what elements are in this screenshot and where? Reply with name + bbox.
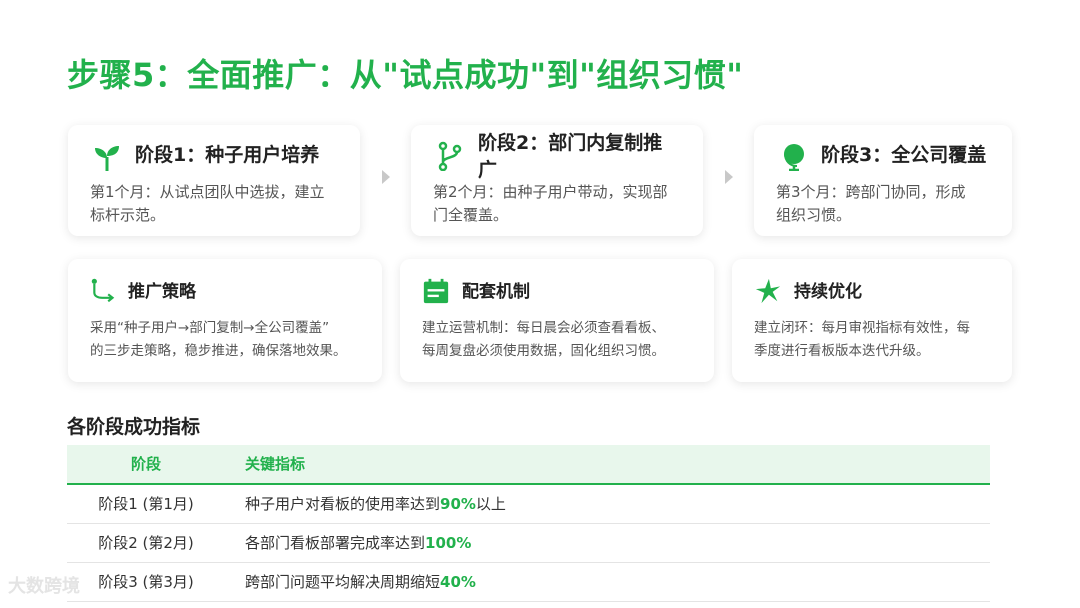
- metric-cell: 各部门看板部署完成率达到100%: [245, 524, 471, 562]
- metric-value: 90%: [440, 495, 476, 513]
- chevron-right-icon: [382, 170, 390, 184]
- phase-card-2: 阶段2：部门内复制推 广 第2个月：由种子用户带动，实现部 门全覆盖。: [411, 125, 703, 236]
- watermark: 大数跨境: [8, 576, 80, 597]
- phase-title: 阶段1：种子用户培养: [135, 144, 320, 166]
- column-header-stage: 阶段: [130, 455, 161, 473]
- page-title: 步骤5：全面推广：从"试点成功"到"组织习惯": [67, 56, 744, 94]
- feature-title: 配套机制: [462, 282, 530, 302]
- stage-cell: 阶段3 (第3月): [98, 573, 194, 591]
- feature-desc-line1: 建立闭环：每月审视指标有效性，每: [754, 320, 970, 336]
- metrics-table: 阶段 关键指标 阶段1 (第1月) 种子用户对看板的使用率达到90%以上 阶段2…: [67, 445, 990, 602]
- section-title: 各阶段成功指标: [67, 416, 201, 438]
- phase-desc-line1: 第1个月：从试点团队中选拔，建立: [90, 183, 325, 201]
- table-row: 阶段1 (第1月) 种子用户对看板的使用率达到90%以上: [67, 485, 990, 524]
- phase-card-1: 阶段1：种子用户培养 第1个月：从试点团队中选拔，建立 标杆示范。: [68, 125, 360, 236]
- metric-cell: 种子用户对看板的使用率达到90%以上: [245, 485, 506, 523]
- feature-desc-line2: 每周复盘必须使用数据，固化组织习惯。: [422, 343, 665, 359]
- phase-desc-line1: 第3个月：跨部门协同，形成: [776, 183, 966, 201]
- phase-card-3: 阶段3：全公司覆盖 第3个月：跨部门协同，形成 组织习惯。: [754, 125, 1012, 236]
- branch-icon: [438, 141, 462, 171]
- phase-desc-line2: 门全覆盖。: [433, 206, 509, 224]
- phase-desc-line1: 第2个月：由种子用户带动，实现部: [433, 183, 668, 201]
- feature-card-strategy: 推广策略 采用“种子用户→部门复制→全公司覆盖” 的三步走策略，稳步推进，确保落…: [68, 259, 382, 382]
- stage-cell: 阶段2 (第2月): [98, 534, 194, 552]
- feature-desc-line1: 建立运营机制：每日晨会必须查看看板、: [422, 320, 665, 336]
- phase-title: 阶段3：全公司覆盖: [821, 144, 987, 166]
- metric-cell: 跨部门问题平均解决周期缩短40%: [245, 563, 476, 601]
- metric-suffix: 以上: [475, 495, 506, 513]
- phase-title-line2: 广: [478, 159, 498, 181]
- chevron-right-icon: [725, 170, 733, 184]
- feature-title: 推广策略: [128, 282, 196, 302]
- table-row: 阶段3 (第3月) 跨部门问题平均解决周期缩短40%: [67, 563, 990, 602]
- table-row: 阶段2 (第2月) 各部门看板部署完成率达到100%: [67, 524, 990, 563]
- route-icon: [91, 278, 115, 303]
- feature-card-optimization: 持续优化 建立闭环：每月审视指标有效性，每 季度进行看板版本迭代升级。: [732, 259, 1012, 382]
- column-header-metric: 关键指标: [245, 455, 306, 473]
- sprout-icon: [95, 146, 119, 171]
- feature-title: 持续优化: [794, 282, 862, 302]
- feature-card-mechanism: 配套机制 建立运营机制：每日晨会必须查看看板、 每周复盘必须使用数据，固化组织习…: [400, 259, 714, 382]
- metric-value: 100%: [425, 534, 472, 552]
- metric-value: 40%: [440, 573, 476, 591]
- metric-text: 跨部门问题平均解决周期缩短: [245, 573, 441, 591]
- sparkle-icon: [755, 278, 781, 304]
- stage-cell: 阶段1 (第1月): [98, 495, 194, 513]
- calendar-icon: [423, 278, 449, 304]
- metric-text: 各部门看板部署完成率达到: [245, 534, 426, 552]
- phase-desc-line2: 组织习惯。: [776, 206, 852, 224]
- phase-title-line1: 阶段2：部门内复制推: [478, 132, 663, 154]
- phase-desc-line2: 标杆示范。: [90, 206, 166, 224]
- globe-icon: [784, 144, 804, 171]
- table-header: 阶段 关键指标: [67, 445, 990, 485]
- feature-desc-line2: 季度进行看板版本迭代升级。: [754, 343, 930, 359]
- metric-text: 种子用户对看板的使用率达到: [245, 495, 441, 513]
- feature-desc-line2: 的三步走策略，稳步推进，确保落地效果。: [90, 343, 347, 359]
- feature-desc-line1: 采用“种子用户→部门复制→全公司覆盖”: [90, 320, 330, 336]
